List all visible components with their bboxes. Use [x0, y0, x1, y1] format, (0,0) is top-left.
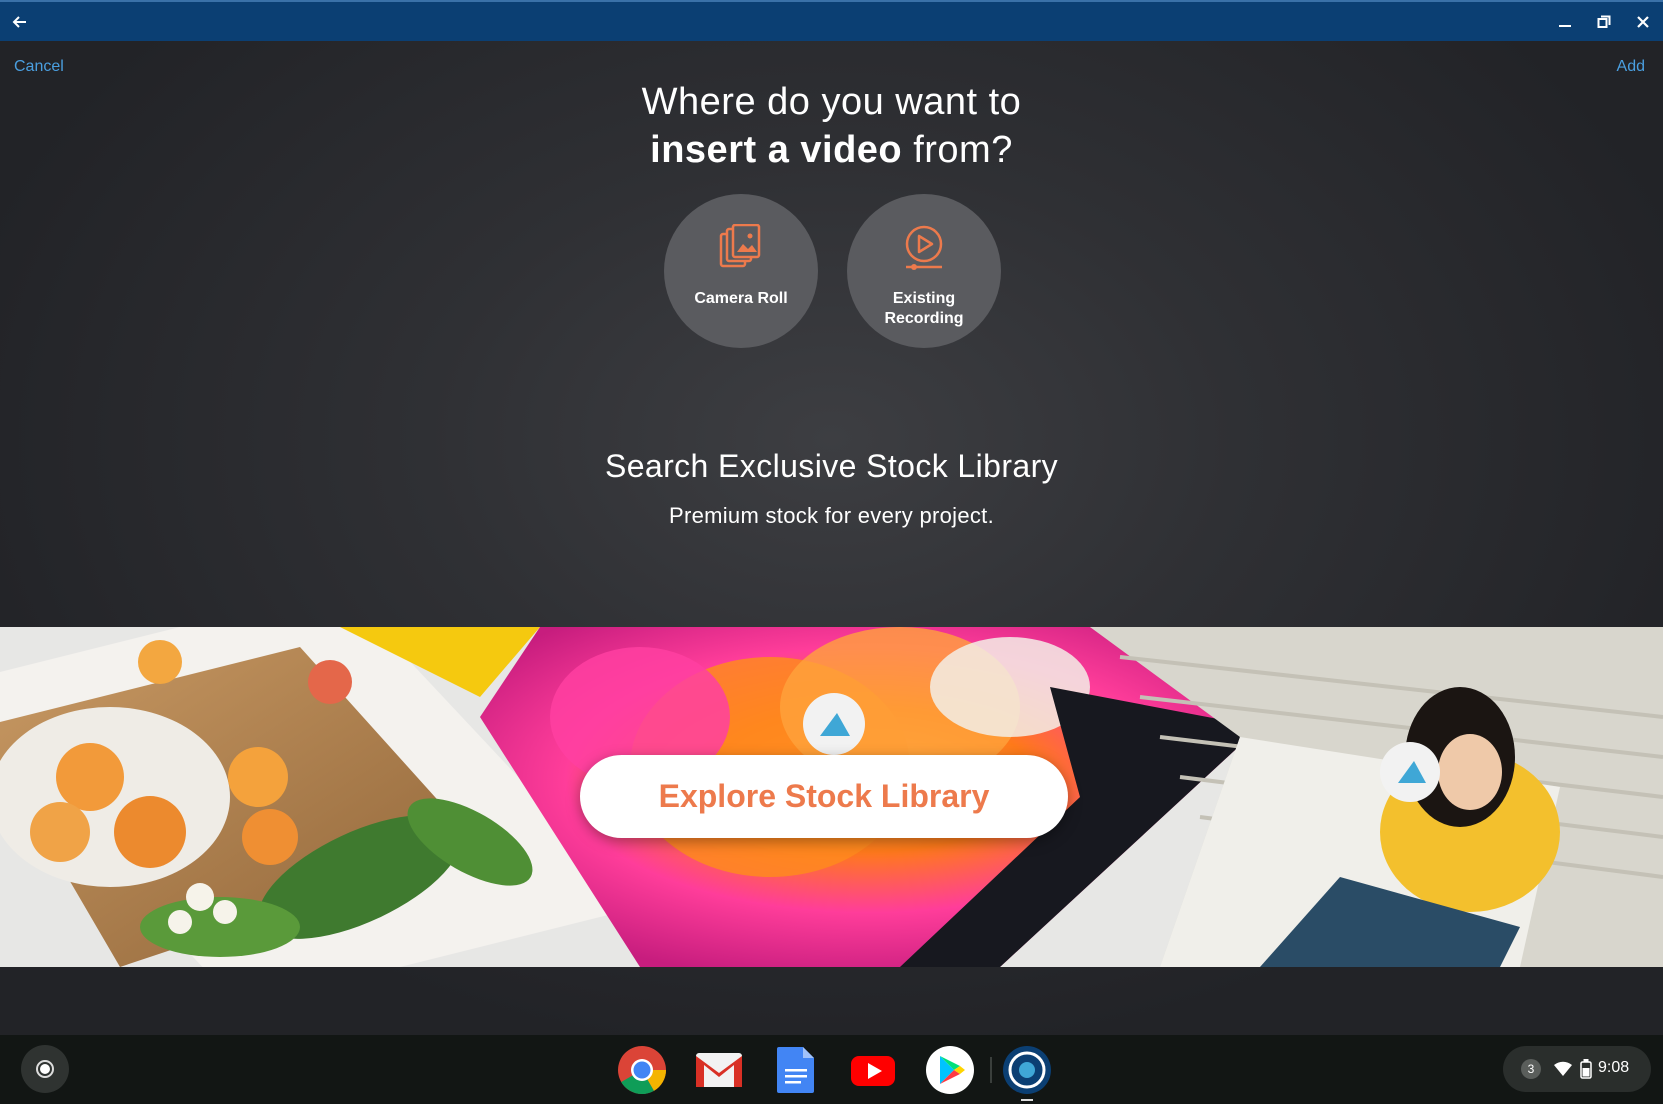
launcher-button[interactable]: [21, 1045, 69, 1093]
window-title-bar: [0, 0, 1663, 41]
play-circle-icon: [905, 225, 943, 270]
camera-roll-label: Camera Roll: [694, 290, 788, 307]
notification-count-badge: 3: [1521, 1059, 1541, 1079]
arrow-left-icon[interactable]: [8, 10, 32, 34]
insert-video-screen: Cancel Add Where do you want to insert a…: [0, 41, 1663, 1035]
active-app-icon[interactable]: [1002, 1045, 1052, 1095]
camera-roll-icon: [719, 224, 761, 268]
active-app-indicator: [1021, 1099, 1033, 1101]
existing-recording-label-1: Existing: [892, 290, 956, 307]
add-button[interactable]: Add: [1617, 58, 1645, 76]
stock-subtitle: Premium stock for every project.: [668, 503, 995, 528]
docs-icon[interactable]: [771, 1045, 821, 1095]
title-line-2: insert a video from?: [0, 126, 1663, 174]
shelf-divider: [990, 1057, 992, 1083]
status-tray[interactable]: 3 9:08: [1503, 1046, 1651, 1092]
clock-time: 9:08: [1598, 1059, 1630, 1076]
restore-icon[interactable]: [1592, 10, 1616, 34]
system-shelf: 3 9:08: [0, 1035, 1663, 1104]
camera-roll-button[interactable]: Camera Roll: [664, 194, 818, 348]
close-icon[interactable]: [1631, 10, 1655, 34]
title-bold: insert a video: [650, 129, 903, 171]
explore-stock-library-button[interactable]: Explore Stock Library: [580, 755, 1068, 838]
launcher-icon: [36, 1060, 54, 1078]
play-store-icon[interactable]: [925, 1045, 975, 1095]
wifi-icon: [1554, 1061, 1572, 1076]
cancel-button[interactable]: Cancel: [14, 58, 64, 76]
minimize-icon[interactable]: [1553, 10, 1577, 34]
stock-title: Search Exclusive Stock Library: [604, 448, 1059, 484]
existing-recording-button[interactable]: Existing Recording: [847, 194, 1001, 348]
gmail-icon[interactable]: [694, 1045, 744, 1095]
youtube-icon[interactable]: [848, 1045, 898, 1095]
page-title: Where do you want to insert a video from…: [0, 78, 1663, 174]
title-rest: from?: [902, 129, 1013, 171]
title-line-1: Where do you want to: [641, 81, 1022, 123]
battery-icon: [1580, 1059, 1592, 1079]
existing-recording-label-2: Recording: [884, 310, 964, 327]
chrome-icon[interactable]: [617, 1045, 667, 1095]
